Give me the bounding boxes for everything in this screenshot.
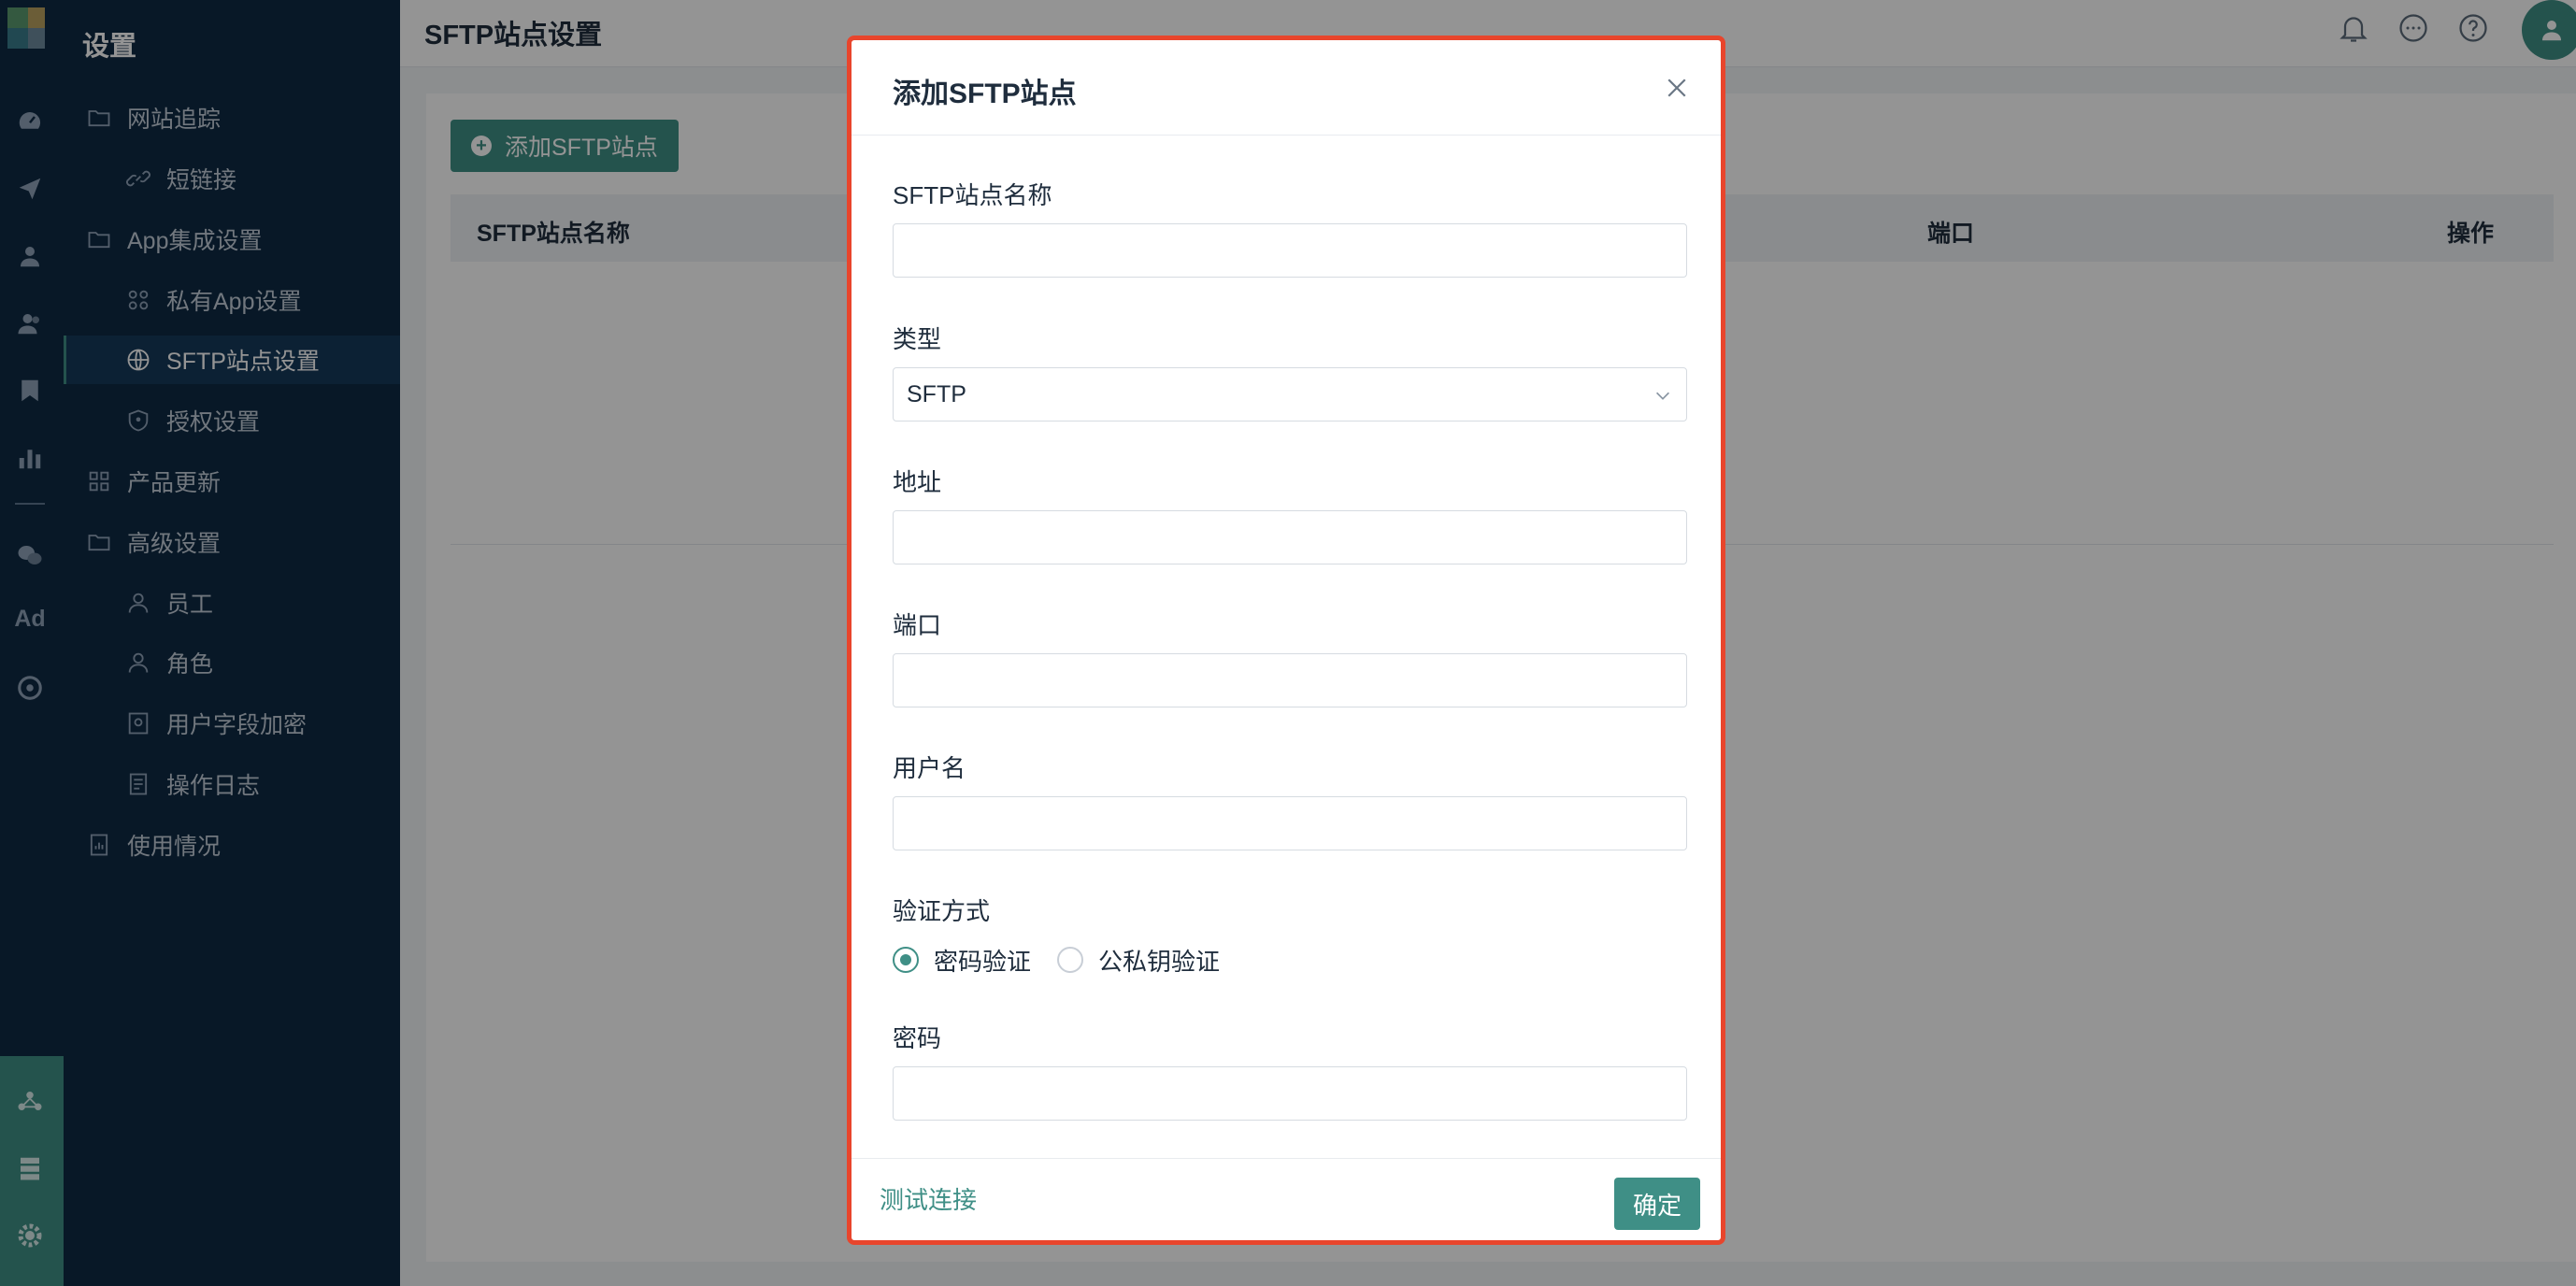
auth-password-label: 密码验证 xyxy=(934,947,1032,976)
type-select[interactable]: SFTP xyxy=(893,367,1687,422)
username-input[interactable] xyxy=(893,796,1687,850)
dialog-footer: 测试连接 确定 xyxy=(852,1158,1721,1240)
auth-method-radio-group: 密码验证 公私钥验证 xyxy=(893,941,1246,979)
confirm-button[interactable]: 确定 xyxy=(1614,1178,1700,1230)
radio-checked-icon xyxy=(893,947,919,973)
chevron-down-icon xyxy=(1655,392,1670,400)
type-label: 类型 xyxy=(893,325,942,353)
test-connection-link[interactable]: 测试连接 xyxy=(880,1181,977,1216)
auth-key-radio[interactable]: 公私钥验证 xyxy=(1057,943,1220,978)
port-input[interactable] xyxy=(893,653,1687,707)
radio-unchecked-icon xyxy=(1057,947,1084,973)
dialog-title: 添加SFTP站点 xyxy=(893,79,1077,109)
password-input[interactable] xyxy=(893,1066,1687,1121)
username-label: 用户名 xyxy=(893,754,966,782)
port-label: 端口 xyxy=(893,611,942,639)
auth-method-label: 验证方式 xyxy=(893,897,991,925)
password-label: 密码 xyxy=(893,1024,942,1052)
address-label: 地址 xyxy=(893,468,942,496)
add-sftp-site-dialog: 添加SFTP站点 SFTP站点名称 类型 SFTP 地址 端口 用户名 验证方式… xyxy=(847,36,1725,1245)
close-icon[interactable] xyxy=(1663,74,1691,102)
auth-key-label: 公私钥验证 xyxy=(1098,947,1221,976)
address-input[interactable] xyxy=(893,510,1687,564)
auth-password-radio[interactable]: 密码验证 xyxy=(893,943,1031,978)
dialog-header: 添加SFTP站点 xyxy=(852,40,1721,136)
type-select-value: SFTP xyxy=(907,380,966,407)
site-name-input[interactable] xyxy=(893,223,1687,278)
site-name-label: SFTP站点名称 xyxy=(893,181,1052,209)
